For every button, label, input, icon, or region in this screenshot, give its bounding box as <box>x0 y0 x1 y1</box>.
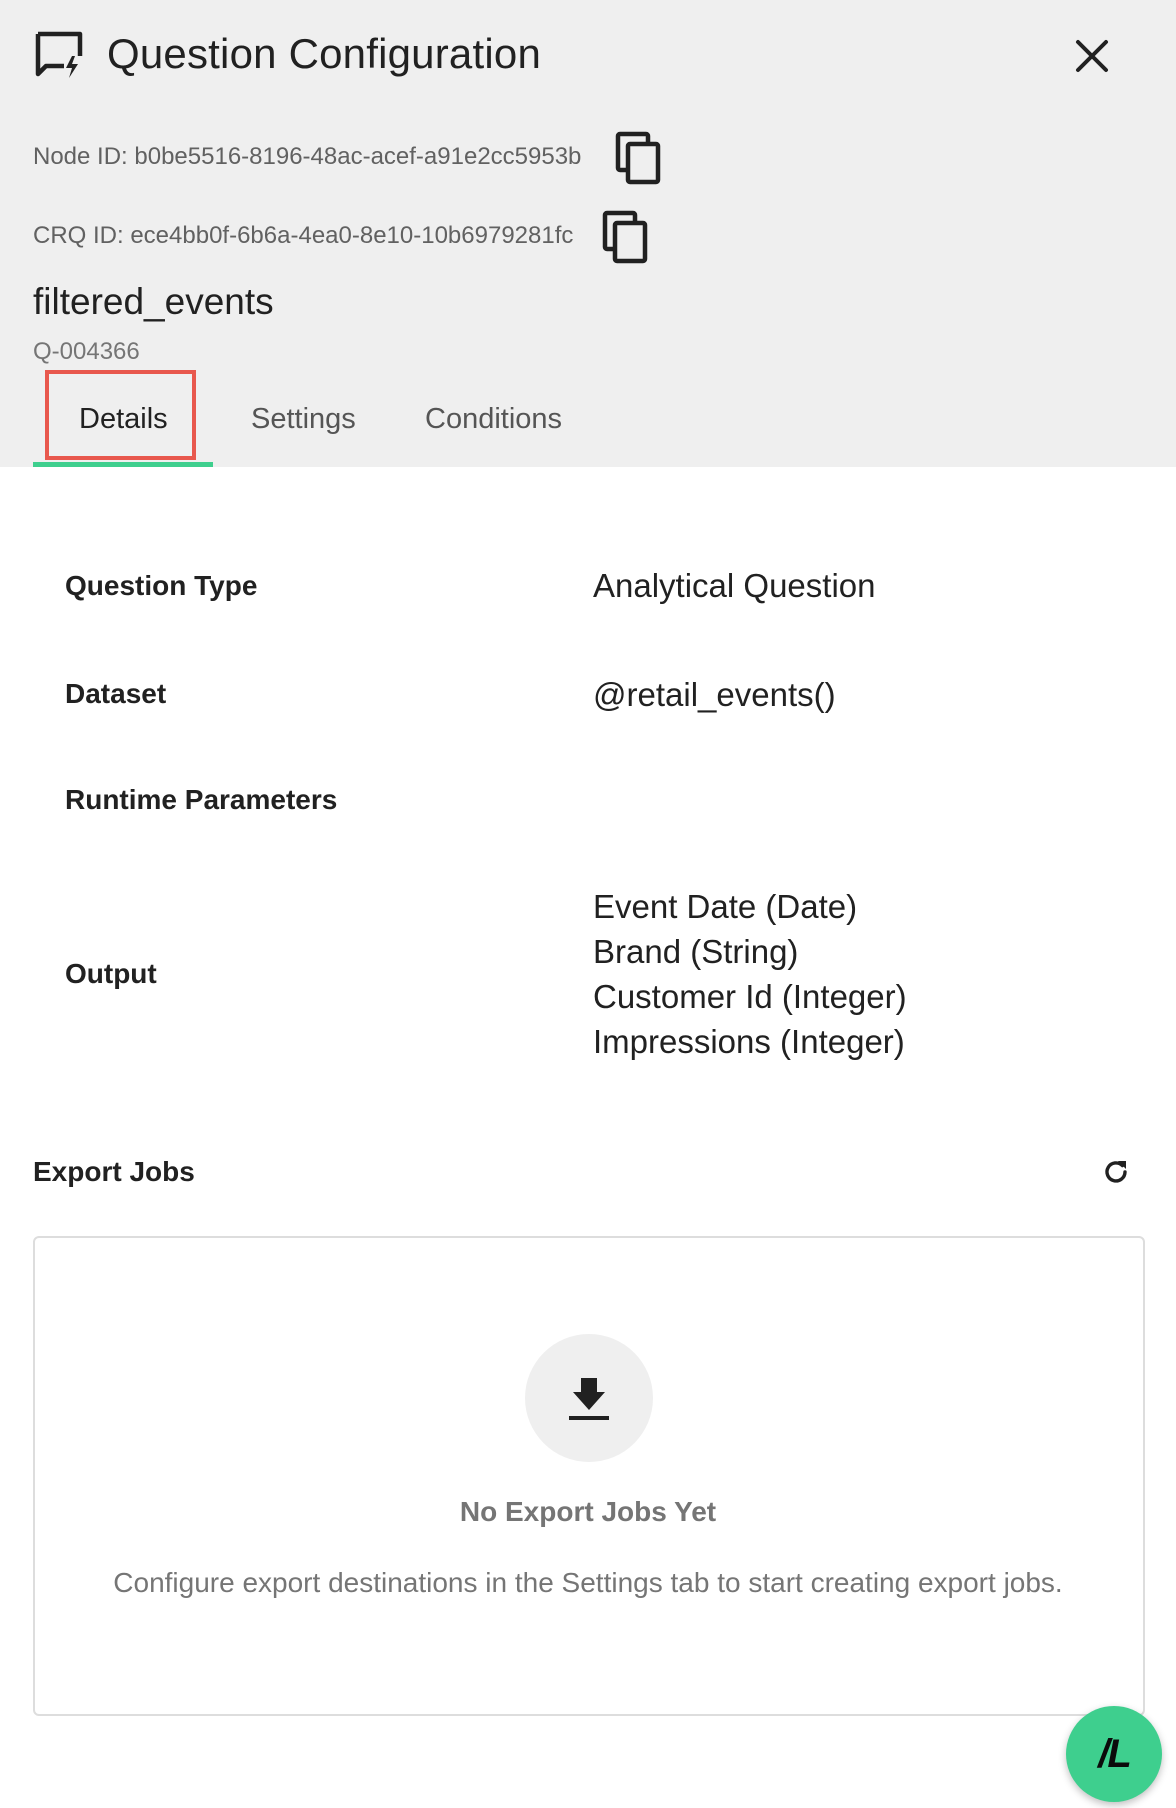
refresh-icon[interactable] <box>1100 1156 1132 1188</box>
question-id: Q-004366 <box>33 338 140 365</box>
output-item: Brand (String) <box>593 933 799 970</box>
question-type-value: Analytical Question <box>593 567 876 604</box>
assistant-fab-button[interactable]: /L <box>1066 1706 1162 1802</box>
empty-state-description: Configure export destinations in the Set… <box>113 1567 1063 1598</box>
output-item: Event Date (Date) <box>593 888 858 925</box>
output-item: Customer Id (Integer) <box>593 978 907 1015</box>
tab-settings[interactable]: Settings <box>251 397 356 441</box>
runtime-parameters-label: Runtime Parameters <box>65 784 338 815</box>
output-label: Output <box>65 958 157 989</box>
active-tab-indicator <box>33 462 213 467</box>
output-item: Impressions (Integer) <box>593 1023 905 1060</box>
empty-state-title: No Export Jobs Yet <box>459 1496 717 1527</box>
panel-header: Question Configuration Node ID: b0be5516… <box>0 0 1176 467</box>
export-jobs-title: Export Jobs <box>33 1156 195 1187</box>
export-jobs-panel <box>33 1236 1145 1716</box>
empty-state-icon-circle <box>525 1334 653 1462</box>
tab-details[interactable]: Details <box>79 397 168 441</box>
copy-icon[interactable] <box>601 209 651 265</box>
node-id-text: Node ID: b0be5516-8196-48ac-acef-a91e2cc… <box>33 143 582 170</box>
copy-icon[interactable] <box>614 130 664 186</box>
dataset-label: Dataset <box>65 678 167 709</box>
download-icon <box>569 1378 609 1420</box>
chat-bolt-icon <box>35 31 83 78</box>
panel-title: Question Configuration <box>107 30 541 77</box>
close-icon[interactable] <box>1066 30 1118 82</box>
question-type-label: Question Type <box>65 570 258 601</box>
crq-id-text: CRQ ID: ece4bb0f-6b6a-4ea0-8e10-10b69792… <box>33 222 574 249</box>
tab-conditions[interactable]: Conditions <box>425 397 562 441</box>
dataset-value: @retail_events() <box>593 676 836 713</box>
output-list: Event Date (Date) Brand (String) Custome… <box>593 884 907 1064</box>
question-name: filtered_events <box>33 281 274 322</box>
